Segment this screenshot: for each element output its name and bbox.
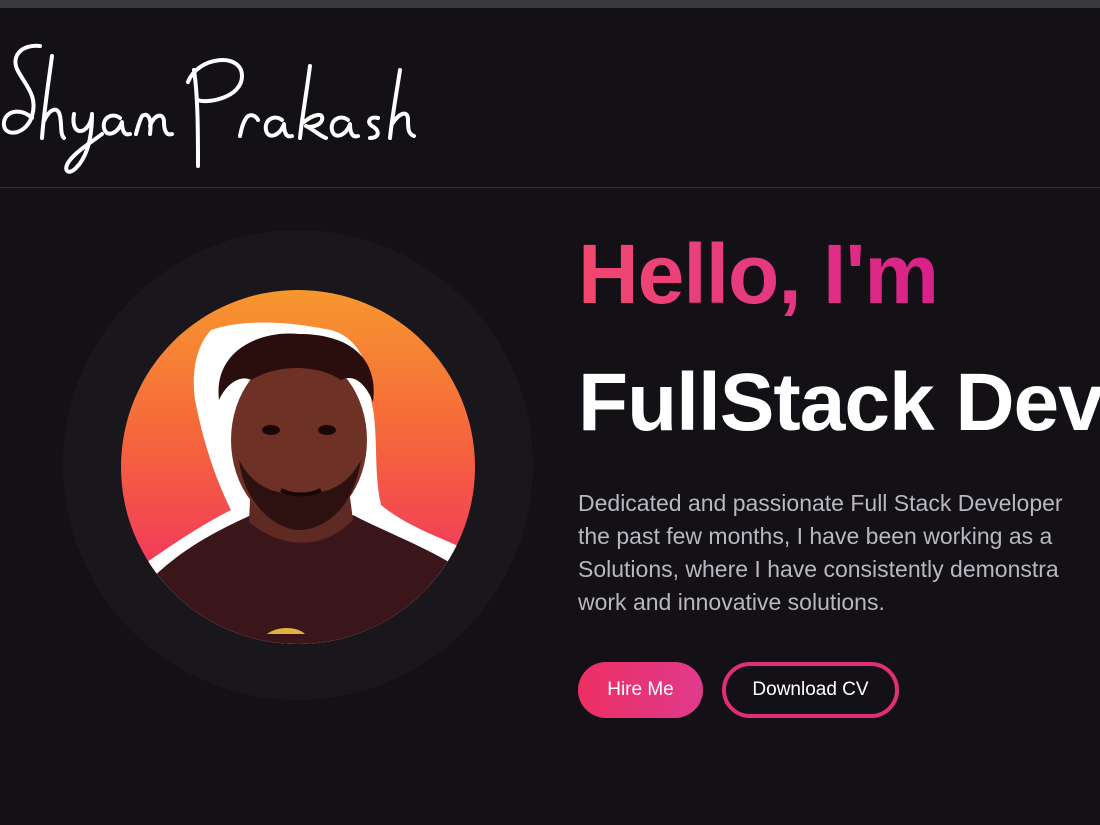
browser-top-edge xyxy=(0,0,1100,8)
signature-logo[interactable] xyxy=(0,26,432,176)
signature-logo-graphic xyxy=(1,43,416,174)
bio-line: Solutions, where I have consistently dem… xyxy=(578,556,1059,582)
bio-line: Dedicated and passionate Full Stack Deve… xyxy=(578,490,1063,516)
bio-paragraph: Dedicated and passionate Full Stack Deve… xyxy=(578,487,1100,619)
greeting-heading: Hello, I'm xyxy=(578,227,939,321)
bio-line: work and innovative solutions. xyxy=(578,589,885,615)
portrait-photo-icon xyxy=(121,322,475,644)
site-header xyxy=(0,8,1100,188)
profile-photo xyxy=(121,290,475,644)
bio-line: the past few months, I have been working… xyxy=(578,523,1053,549)
hire-me-button[interactable]: Hire Me xyxy=(578,662,703,718)
role-heading: FullStack Dev xyxy=(578,357,1100,448)
download-cv-button[interactable]: Download CV xyxy=(722,662,899,718)
